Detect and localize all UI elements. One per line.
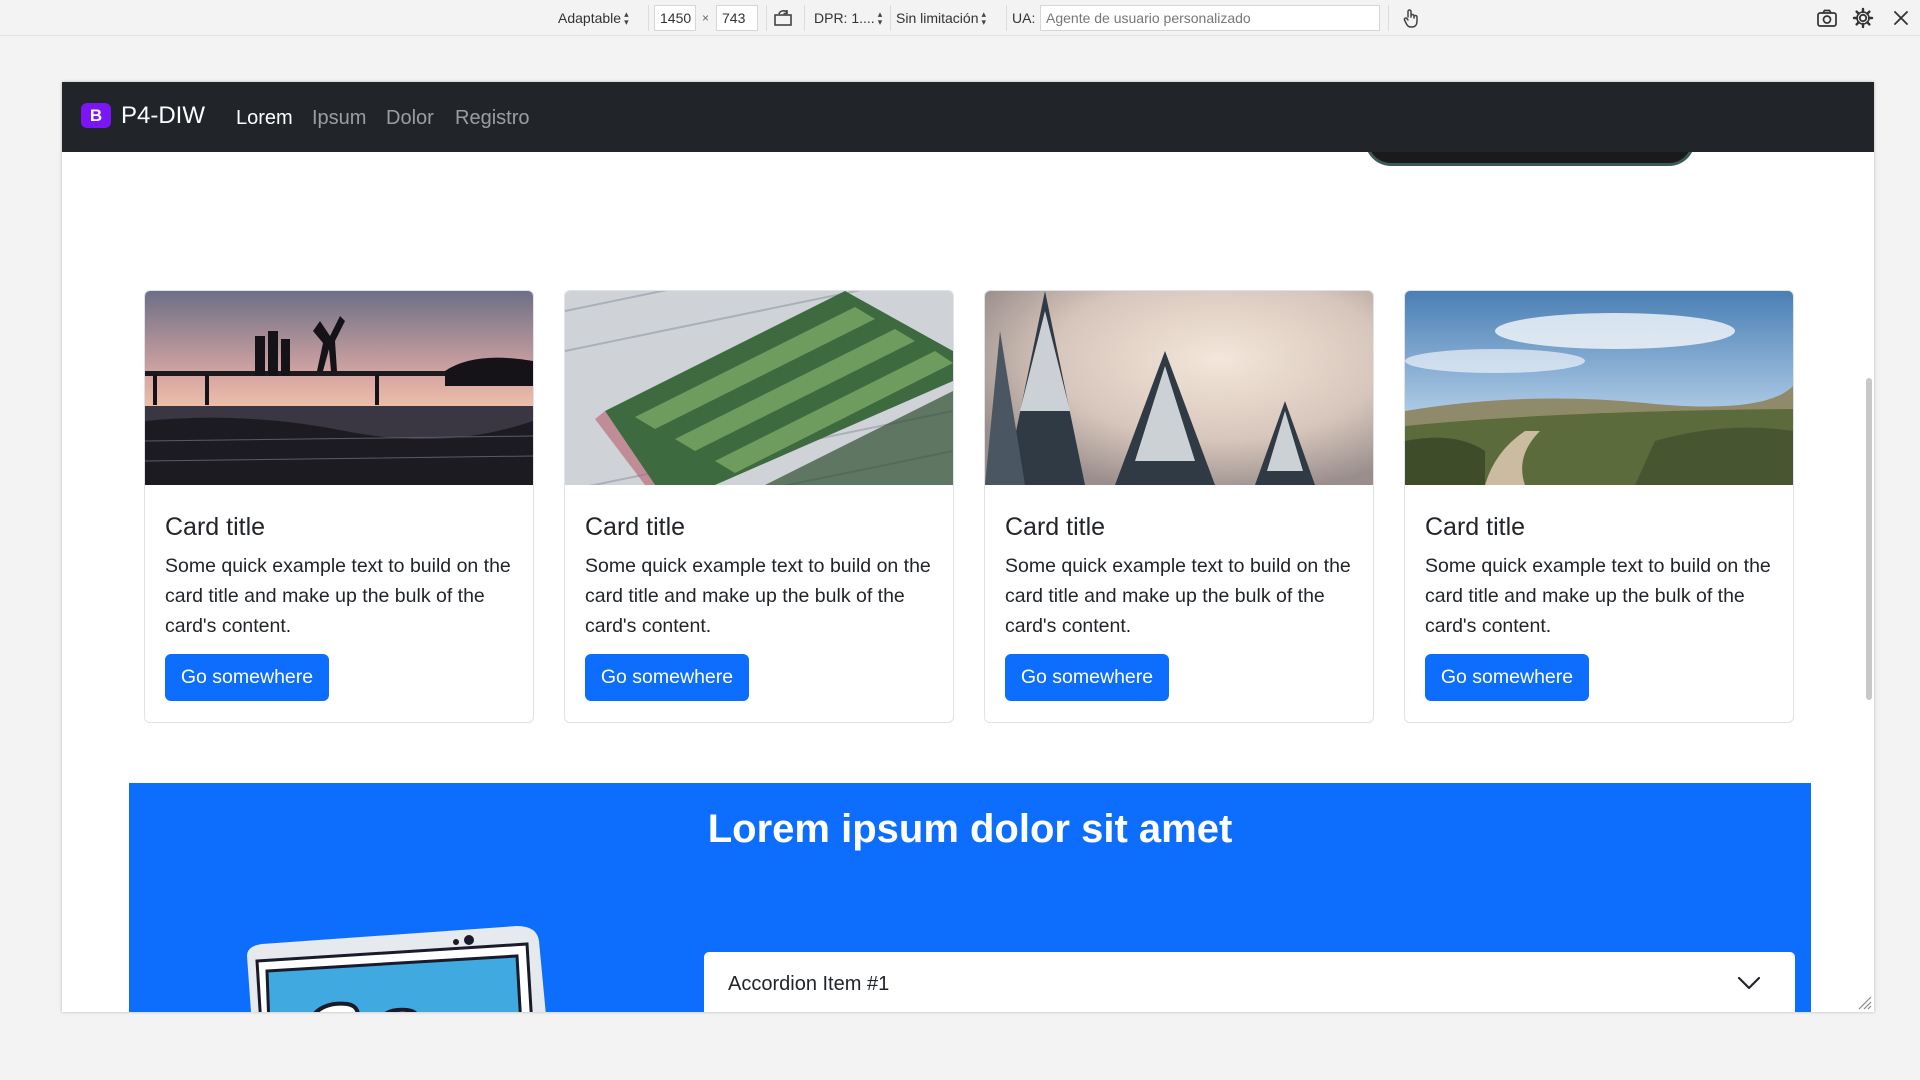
card-text: Some quick example text to build on the … bbox=[165, 555, 511, 637]
nav-link-lorem[interactable]: Lorem bbox=[236, 107, 293, 130]
touch-icon[interactable] bbox=[1400, 7, 1422, 29]
card-text: Some quick example text to build on the … bbox=[1005, 555, 1351, 637]
settings-icon[interactable] bbox=[1852, 7, 1874, 29]
height-input[interactable]: 743 bbox=[716, 5, 758, 31]
rotate-icon[interactable] bbox=[772, 7, 794, 29]
feature-section: Lorem ipsum dolor sit amet Accordion Ite… bbox=[129, 783, 1811, 1012]
nav-link-registro[interactable]: Registro bbox=[455, 107, 529, 130]
chevron-down-icon bbox=[1737, 976, 1761, 990]
accordion-header[interactable]: Accordion Item #1 bbox=[704, 952, 1795, 1012]
section-title: Lorem ipsum dolor sit amet bbox=[707, 807, 1233, 851]
scrollbar-thumb[interactable] bbox=[1866, 378, 1872, 700]
resize-handle-icon[interactable] bbox=[1856, 994, 1872, 1010]
navbar-brand[interactable]: P4-DIW bbox=[121, 102, 205, 130]
nav-link-ipsum[interactable]: Ipsum bbox=[312, 107, 366, 130]
navbar: B P4-DIW Lorem Ipsum Dolor Registro bbox=[62, 82, 1874, 152]
accordion-item-title: Accordion Item #1 bbox=[728, 973, 890, 995]
go-somewhere-button[interactable]: Go somewhere bbox=[165, 654, 329, 701]
emulated-viewport: B P4-DIW Lorem Ipsum Dolor Registro Card… bbox=[62, 82, 1874, 1012]
card-image-lake-jump bbox=[145, 291, 533, 485]
card-image-snowy-trees bbox=[985, 291, 1373, 485]
user-agent-input[interactable]: Agente de usuario personalizado bbox=[1040, 5, 1380, 31]
dpr-label: DPR: 1.... bbox=[814, 10, 875, 26]
card-text: Some quick example text to build on the … bbox=[1425, 555, 1771, 637]
bootstrap-logo[interactable]: B bbox=[81, 103, 111, 128]
responsive-design-toolbar: Adaptable ▴ ▾ 1450 × 743 DPR: 1.... ▴ ▾ Si… bbox=[0, 0, 1920, 36]
card-image-mountain-road bbox=[1405, 291, 1793, 485]
card: Card title Some quick example text to bu… bbox=[564, 290, 954, 723]
card-title: Card title bbox=[165, 513, 266, 541]
card-image-stadium bbox=[565, 291, 953, 485]
go-somewhere-button[interactable]: Go somewhere bbox=[1425, 654, 1589, 701]
card-title: Card title bbox=[1425, 513, 1526, 541]
device-selector[interactable]: Adaptable ▴ ▾ bbox=[558, 0, 629, 36]
updown-icon: ▴ ▾ bbox=[981, 9, 987, 27]
width-input[interactable]: 1450 bbox=[654, 5, 696, 31]
close-icon[interactable] bbox=[1890, 7, 1912, 29]
accordion: Accordion Item #1 bbox=[704, 952, 1795, 1012]
card-title: Card title bbox=[1005, 513, 1106, 541]
card: Card title Some quick example text to bu… bbox=[984, 290, 1374, 723]
nav-link-dolor[interactable]: Dolor bbox=[386, 107, 434, 130]
updown-icon: ▴ ▾ bbox=[877, 9, 883, 27]
device-label: Adaptable bbox=[558, 10, 622, 26]
card-title: Card title bbox=[585, 513, 686, 541]
throttle-label: Sin limitación bbox=[896, 10, 979, 26]
go-somewhere-button[interactable]: Go somewhere bbox=[585, 654, 749, 701]
dpr-selector[interactable]: DPR: 1.... ▴ ▾ bbox=[814, 0, 882, 36]
network-throttle-selector[interactable]: Sin limitación ▴ ▾ bbox=[896, 0, 986, 36]
screenshot-icon[interactable] bbox=[1816, 7, 1838, 29]
updown-icon: ▴ ▾ bbox=[624, 9, 629, 27]
ua-label: UA: bbox=[1012, 10, 1036, 26]
monitor-mascot-image bbox=[247, 926, 546, 1012]
dimension-separator: × bbox=[702, 11, 710, 25]
go-somewhere-button[interactable]: Go somewhere bbox=[1005, 654, 1169, 701]
card: Card title Some quick example text to bu… bbox=[1404, 290, 1794, 723]
card: Card title Some quick example text to bu… bbox=[144, 290, 534, 723]
card-text: Some quick example text to build on the … bbox=[585, 555, 931, 637]
